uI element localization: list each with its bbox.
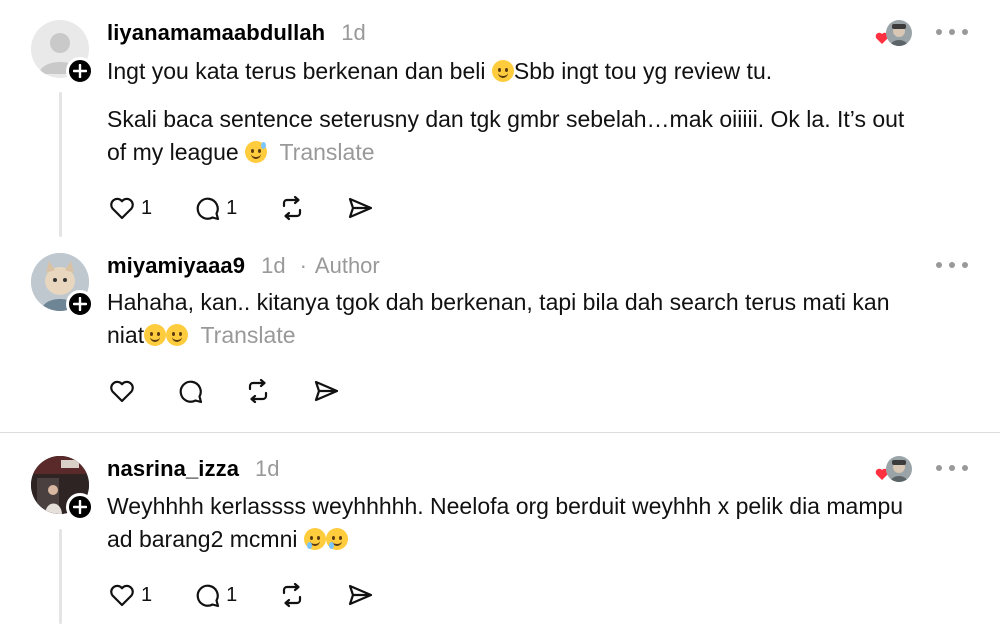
creator-liked-badge xyxy=(874,20,914,52)
comment-text: Hahaha, kan.. kitanya tgok dah berkenan,… xyxy=(107,286,967,352)
heart-outline-icon xyxy=(110,197,134,220)
grinning-sweat-emoji-icon xyxy=(245,141,268,163)
username[interactable]: miyamiyaaa9 xyxy=(107,253,245,279)
thread-line xyxy=(59,529,62,624)
heart-outline-icon xyxy=(110,380,134,403)
reply-count: 1 xyxy=(226,583,238,606)
thread-line xyxy=(59,92,62,237)
divider xyxy=(0,432,1000,433)
avatar-wrap[interactable] xyxy=(31,253,94,318)
timestamp: 1d xyxy=(255,456,280,481)
more-options-button[interactable] xyxy=(936,255,968,275)
more-horizontal-icon xyxy=(936,465,942,471)
comment-line: of my league xyxy=(107,139,246,165)
like-button[interactable]: 1 xyxy=(107,193,152,223)
timestamp: 1d xyxy=(261,253,286,278)
comment-bubble-icon xyxy=(196,197,220,221)
username[interactable]: nasrina_izza xyxy=(107,456,239,482)
translate-link[interactable]: Translate xyxy=(200,322,295,348)
reply-button[interactable]: 1 xyxy=(192,580,237,610)
creator-liked-badge xyxy=(874,456,914,488)
action-bar xyxy=(107,374,379,408)
more-horizontal-icon xyxy=(936,262,942,268)
comment-bubble-icon xyxy=(196,584,220,608)
comment-line: Skali baca sentence seterusny dan tgk gm… xyxy=(107,106,905,132)
comment-line: niat xyxy=(107,322,145,348)
separator-dot: · xyxy=(299,253,307,278)
repost-button[interactable] xyxy=(277,193,307,223)
creator-avatar xyxy=(886,456,912,482)
plus-icon xyxy=(73,500,87,514)
share-button[interactable] xyxy=(345,580,375,610)
like-count: 1 xyxy=(141,583,153,606)
follow-button[interactable] xyxy=(66,290,94,318)
rolling-laughing-emoji-icon xyxy=(144,324,167,346)
share-button[interactable] xyxy=(345,193,375,223)
comment-text: Skali baca sentence seterusny dan tgk gm… xyxy=(107,103,967,169)
send-paper-plane-icon xyxy=(349,197,373,219)
follow-button[interactable] xyxy=(66,493,94,521)
plus-icon xyxy=(73,64,87,78)
repost-button[interactable] xyxy=(277,580,307,610)
repost-arrows-icon xyxy=(283,582,302,608)
heart-outline-icon xyxy=(110,584,134,607)
author-badge: Author xyxy=(314,253,380,278)
comment-header: nasrina_izza 1d xyxy=(107,452,280,486)
username[interactable]: liyanamamaabdullah xyxy=(107,20,325,46)
repost-arrows-icon xyxy=(248,378,268,404)
avatar-wrap[interactable] xyxy=(31,20,94,85)
comment-text: Weyhhhh kerlassss weyhhhhh. Neelofa org … xyxy=(107,490,967,556)
more-horizontal-icon xyxy=(936,29,942,35)
repost-arrows-icon xyxy=(283,195,302,221)
comment-header: liyanamamaabdullah 1d xyxy=(107,16,366,50)
more-options-button[interactable] xyxy=(936,458,968,478)
timestamp: 1d xyxy=(341,20,366,45)
crying-face-emoji-icon xyxy=(303,528,326,550)
comment-line: Weyhhhh kerlassss weyhhhhh. Neelofa org … xyxy=(107,493,904,519)
repost-button[interactable] xyxy=(243,376,273,406)
comment-line: Hahaha, kan.. kitanya tgok dah berkenan,… xyxy=(107,289,890,315)
comment-line: Ingt you kata terus berkenan dan beli xyxy=(107,58,492,84)
translate-link[interactable]: Translate xyxy=(279,139,374,165)
send-paper-plane-icon xyxy=(314,380,339,402)
action-bar: 1 1 xyxy=(107,191,413,225)
like-button[interactable]: 1 xyxy=(107,580,152,610)
like-count: 1 xyxy=(141,196,153,219)
reply-button[interactable]: 1 xyxy=(192,193,237,223)
comment-header: miyamiyaaa9 1d · Author xyxy=(107,249,380,283)
avatar-wrap[interactable] xyxy=(31,456,94,521)
share-button[interactable] xyxy=(311,376,341,406)
hand-over-mouth-emoji-icon xyxy=(491,60,514,82)
crying-face-emoji-icon xyxy=(325,528,348,550)
follow-button[interactable] xyxy=(66,57,94,85)
creator-avatar xyxy=(886,20,912,46)
hand-over-mouth-emoji-icon xyxy=(166,324,189,346)
comment-line: Sbb ingt tou yg review tu. xyxy=(513,58,773,84)
more-options-button[interactable] xyxy=(936,22,968,42)
reply-button[interactable] xyxy=(175,376,205,406)
plus-icon xyxy=(73,297,87,311)
comment-line: ad barang2 mcmni xyxy=(107,526,304,552)
send-paper-plane-icon xyxy=(349,584,373,606)
like-button[interactable] xyxy=(107,376,137,406)
comment-text: Ingt you kata terus berkenan dan beli Sb… xyxy=(107,55,967,88)
comment-bubble-icon xyxy=(179,380,203,404)
action-bar: 1 1 xyxy=(107,578,413,612)
reply-count: 1 xyxy=(226,196,238,219)
